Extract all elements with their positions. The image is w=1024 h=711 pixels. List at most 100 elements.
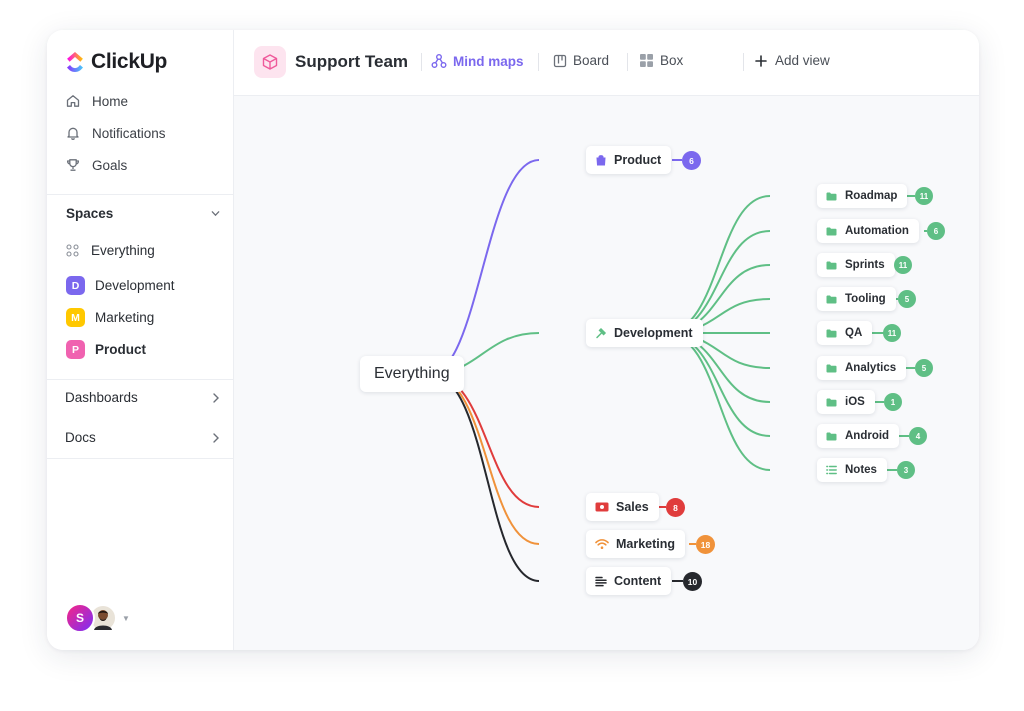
space-marketing-label: Marketing — [95, 310, 155, 325]
nav-goals[interactable]: Goals — [65, 157, 127, 173]
space-everything[interactable]: Everything — [66, 243, 155, 258]
plus-icon — [755, 54, 767, 67]
topbar: Support Team Mind maps Board Box Add vie… — [234, 30, 979, 96]
node-development[interactable]: Development — [586, 319, 703, 347]
hammer-icon — [596, 327, 607, 339]
box-grid-icon — [640, 54, 653, 67]
spaces-heading: Spaces — [66, 206, 114, 221]
folder-icon — [826, 398, 837, 406]
node-label: Analytics — [845, 362, 897, 374]
space-product[interactable]: P Product — [66, 340, 146, 359]
bell-icon — [67, 127, 79, 140]
folder-icon — [826, 192, 837, 200]
nav-notifications[interactable]: Notifications — [65, 125, 166, 141]
node-notes[interactable]: Notes — [817, 458, 887, 482]
space-everything-label: Everything — [91, 243, 155, 258]
chevron-right-icon — [213, 392, 219, 403]
wifi-icon — [595, 539, 609, 549]
count-badge: 4 — [909, 427, 927, 445]
space-development[interactable]: D Development — [66, 276, 175, 295]
node-marketing[interactable]: Marketing — [586, 530, 686, 558]
count-badge: 6 — [682, 151, 701, 170]
count-badge: 11 — [915, 187, 933, 205]
sidebar-divider — [47, 194, 234, 195]
home-icon — [66, 95, 80, 107]
sidebar-divider — [47, 458, 234, 459]
count-badge: 18 — [696, 535, 715, 554]
tab-board[interactable]: Board — [553, 53, 609, 68]
tab-divider — [627, 53, 628, 71]
node-qa[interactable]: QA — [817, 321, 873, 345]
spaces-header[interactable]: Spaces — [66, 206, 221, 221]
space-development-label: Development — [95, 278, 175, 293]
chevron-right-icon — [213, 432, 219, 443]
workspace-icon — [254, 46, 286, 78]
root-label: Everything — [374, 365, 450, 382]
count-badge: 8 — [666, 498, 685, 517]
node-label: Tooling — [845, 293, 886, 305]
mind-map-root-node[interactable]: Everything — [360, 356, 464, 392]
node-product[interactable]: Product — [586, 146, 672, 174]
docs-link[interactable]: Docs — [65, 430, 221, 445]
count-badge: 10 — [683, 572, 702, 591]
nav-notifications-label: Notifications — [92, 125, 166, 141]
node-label: Product — [614, 153, 662, 167]
node-sprints[interactable]: Sprints — [817, 253, 895, 277]
mind-map-canvas[interactable]: Everything Product 6 Development Sales 8… — [234, 96, 979, 650]
tab-board-label: Board — [573, 53, 610, 68]
count-badge: 5 — [898, 290, 916, 308]
node-label: QA — [845, 327, 863, 339]
node-content[interactable]: Content — [586, 567, 672, 595]
grid-dots-icon — [66, 244, 79, 257]
board-icon — [553, 54, 567, 67]
add-view-label: Add view — [775, 53, 830, 68]
sidebar-divider — [47, 379, 234, 380]
folder-icon — [826, 364, 837, 372]
node-ios[interactable]: iOS — [817, 390, 875, 414]
page-title: Support Team — [295, 52, 409, 71]
folder-icon — [826, 295, 837, 303]
dashboards-link[interactable]: Dashboards — [65, 390, 221, 405]
trophy-icon — [66, 159, 80, 171]
count-badge: 5 — [915, 359, 933, 377]
space-product-label: Product — [95, 342, 147, 357]
chevron-down-icon[interactable] — [210, 208, 221, 219]
nav-home[interactable]: Home — [65, 93, 128, 109]
tab-box-label: Box — [660, 53, 684, 68]
space-marketing[interactable]: M Marketing — [66, 308, 154, 327]
node-label: Roadmap — [845, 190, 898, 202]
tab-box[interactable]: Box — [639, 53, 683, 68]
node-automation[interactable]: Automation — [817, 219, 919, 243]
folder-icon — [826, 432, 837, 440]
folder-icon — [826, 261, 837, 269]
node-label: Notes — [845, 464, 877, 476]
node-label: Content — [614, 574, 662, 588]
app-window: ClickUp Home Notifications Goals Spaces — [47, 30, 979, 650]
node-tooling[interactable]: Tooling — [817, 287, 896, 311]
avatar: S — [65, 603, 95, 633]
dashboards-label: Dashboards — [65, 390, 138, 405]
node-sales[interactable]: Sales — [586, 493, 659, 521]
count-badge: 3 — [897, 461, 915, 479]
clickup-logo-icon — [67, 52, 83, 72]
add-view-button[interactable]: Add view — [755, 53, 830, 68]
node-label: iOS — [845, 396, 865, 408]
sidebar: ClickUp Home Notifications Goals Spaces — [47, 30, 234, 650]
caret-down-icon[interactable]: ▼ — [122, 614, 130, 623]
cube-icon — [262, 54, 278, 70]
tab-mind-maps[interactable]: Mind maps — [431, 53, 524, 69]
node-roadmap[interactable]: Roadmap — [817, 184, 908, 208]
mind-map-icon — [431, 54, 447, 68]
nav-home-label: Home — [92, 93, 129, 109]
user-avatars[interactable]: S ▼ — [65, 603, 130, 633]
tab-mind-maps-label: Mind maps — [453, 53, 524, 69]
node-analytics[interactable]: Analytics — [817, 356, 907, 380]
node-label: Automation — [845, 225, 909, 237]
clickup-logo[interactable]: ClickUp — [65, 50, 167, 74]
space-badge: D — [66, 276, 85, 295]
list-icon — [826, 465, 837, 475]
folder-icon — [826, 329, 837, 337]
space-badge: M — [66, 308, 85, 327]
node-android[interactable]: Android — [817, 424, 900, 448]
docs-label: Docs — [65, 430, 96, 445]
